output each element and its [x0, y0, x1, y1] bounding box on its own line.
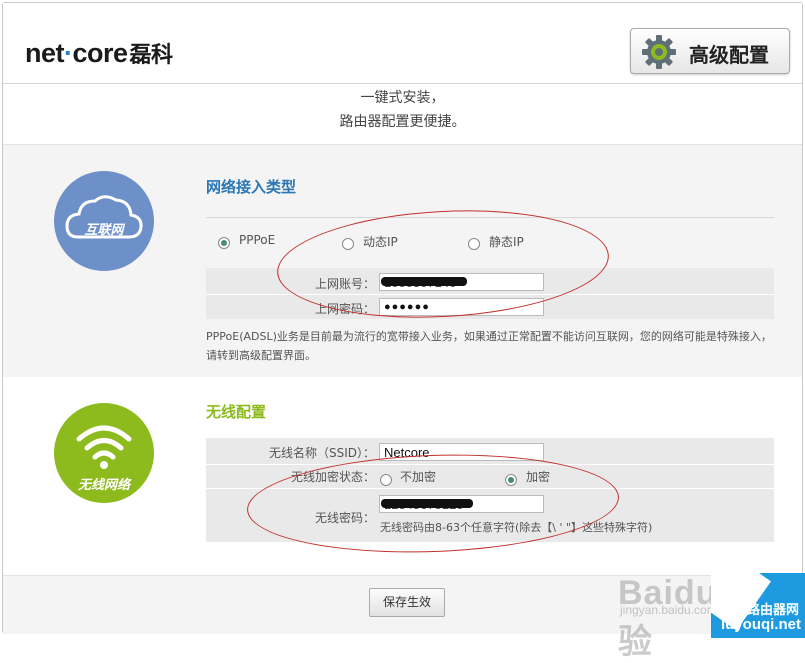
ssid-label: 无线名称（SSID）： — [268, 446, 375, 460]
wifi-icon-label: 无线网络 — [77, 478, 130, 493]
pppoe-note: PPPoE(ADSL)业务是目前最为流行的宽带接入业务，如果通过正常配置不能访问… — [206, 330, 772, 362]
mode-label-pppoe: PPPoE — [239, 233, 276, 247]
internet-section-title: 网络接入类型 — [206, 178, 297, 196]
slogan-line-1: 一键式安装， — [360, 90, 445, 106]
gear-icon — [642, 35, 676, 69]
advanced-config-label: 高级配置 — [689, 43, 769, 67]
wireless-section-title: 无线配置 — [206, 403, 267, 421]
internet-cloud-icon: 互联网 — [54, 171, 154, 271]
slogan-line-2: 路由器配置更便捷。 — [339, 114, 466, 130]
header: net·core磊科 高级配置 — [3, 3, 802, 84]
mode-radio-pppoe[interactable] — [218, 237, 230, 249]
jingyan-watermark: jingyan.baidu.com — [620, 603, 717, 617]
save-button[interactable]: 保存生效 — [369, 588, 445, 617]
advanced-config-button[interactable]: 高级配置 — [630, 28, 790, 74]
site-en-label: luyouqi.net — [721, 616, 801, 633]
wifi-icon: 无线网络 — [54, 403, 154, 503]
router-setup-window: net·core磊科 高级配置 一键式安装， 路由器配置更便捷。 互联网 网络接… — [2, 2, 803, 634]
internet-icon-label: 互联网 — [84, 223, 124, 238]
netcore-logo: net·core磊科 — [25, 38, 173, 68]
luyouqi-badge: 路由器网 luyouqi.net — [711, 573, 805, 638]
